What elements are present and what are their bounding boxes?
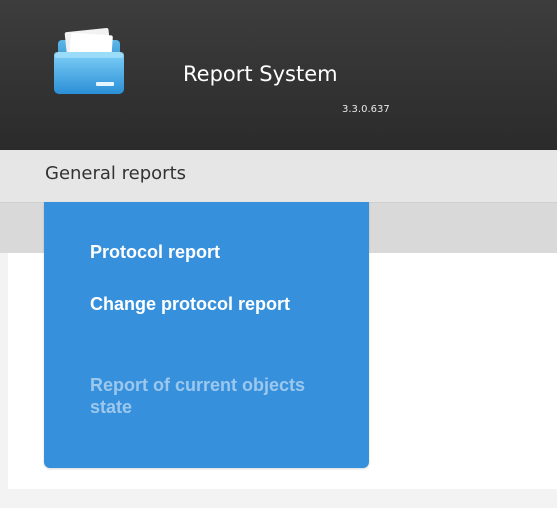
- main-menu-bar: General reports: [0, 150, 557, 203]
- menu-item-general-reports[interactable]: General reports: [45, 163, 186, 184]
- general-reports-dropdown: Protocol report Change protocol report R…: [44, 202, 369, 468]
- dropdown-item-change-protocol-report[interactable]: Change protocol report: [90, 293, 330, 315]
- app-title: Report System: [183, 62, 338, 86]
- dropdown-item-protocol-report[interactable]: Protocol report: [90, 241, 330, 263]
- app-version: 3.3.0.637: [342, 104, 390, 115]
- folder-icon: [54, 27, 124, 94]
- dropdown-item-current-objects-state: Report of current objects state: [90, 375, 306, 417]
- app-header: Report System 3.3.0.637: [0, 0, 557, 150]
